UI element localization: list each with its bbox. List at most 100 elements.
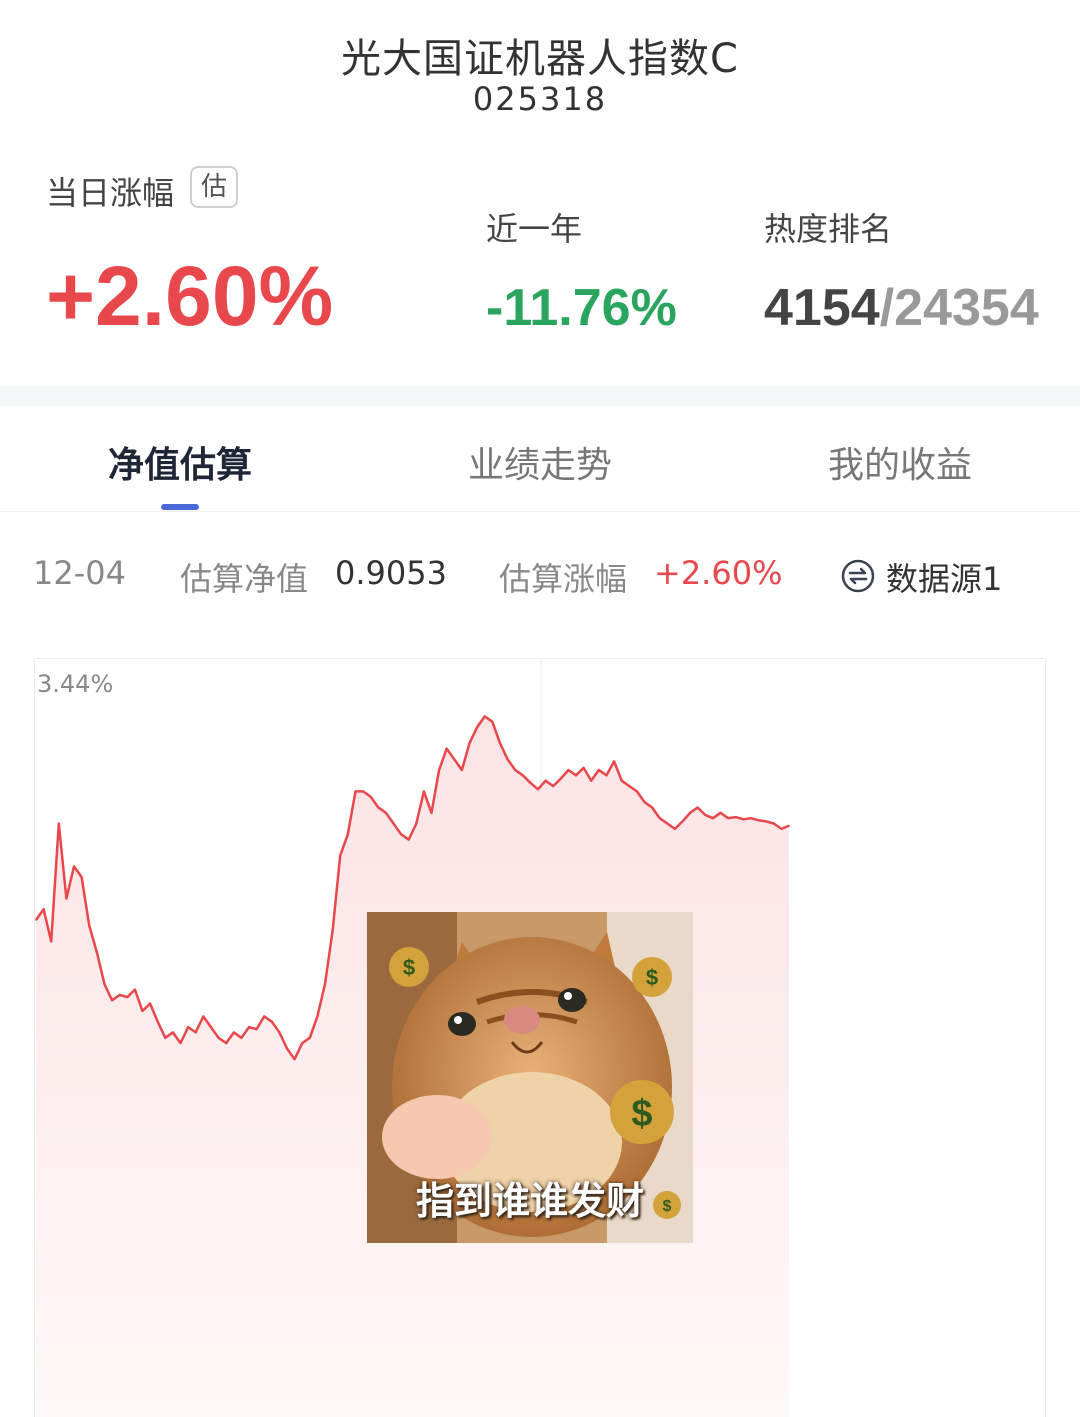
estimated-change-label: 估算涨幅 — [499, 560, 628, 598]
estimate-date: 12-04 — [33, 554, 126, 592]
chart-point-38 — [324, 983, 326, 985]
chart-point-39 — [331, 929, 334, 932]
chart-point-7 — [88, 924, 90, 927]
chart-point-85 — [681, 820, 684, 823]
fund-header: 光大国证机器人指数C 025318 — [0, 0, 1080, 140]
y-axis-max-label: 3.44% — [37, 670, 114, 698]
chart-point-60 — [491, 721, 494, 723]
chart-point-68 — [552, 785, 554, 787]
chart-point-29 — [255, 1028, 258, 1030]
data-source-button[interactable]: 数据源1 — [840, 554, 1020, 598]
chart-point-42 — [354, 790, 357, 793]
day-change-value: +2.60% — [46, 249, 334, 343]
chart-point-81 — [651, 806, 653, 809]
rank-current: 4154 — [764, 279, 880, 337]
chart-point-79 — [636, 790, 638, 793]
chart-point-41 — [347, 833, 349, 836]
active-tab-indicator — [161, 504, 199, 510]
svg-text:$: $ — [631, 1093, 652, 1135]
estimate-badge: 估 — [190, 166, 238, 208]
meme-caption: 指到谁谁发财 — [415, 1179, 644, 1223]
chart-point-6 — [80, 876, 83, 878]
chart-point-9 — [103, 983, 106, 985]
cat-meme-image: $ $ $ $ 指到谁谁发财 — [367, 912, 693, 1243]
chart-point-72 — [582, 767, 585, 769]
chart-point-14 — [141, 1010, 144, 1012]
svg-text:$: $ — [403, 955, 415, 980]
chart-point-37 — [316, 1015, 319, 1018]
chart-point-51 — [423, 790, 425, 793]
chart-point-53 — [438, 769, 440, 771]
year-change-label: 近一年 — [486, 210, 583, 248]
chart-point-84 — [674, 828, 676, 830]
chart-point-23 — [210, 1026, 212, 1028]
chart-point-82 — [658, 817, 661, 819]
chart-point-88 — [704, 814, 707, 816]
chart-point-58 — [476, 726, 479, 728]
svg-text:$: $ — [646, 965, 658, 990]
chart-point-71 — [575, 774, 577, 777]
chart-point-10 — [111, 999, 113, 1002]
chart-point-78 — [628, 785, 631, 787]
chart-point-63 — [514, 769, 516, 771]
chart-point-43 — [362, 790, 364, 793]
chart-point-86 — [689, 812, 691, 814]
chart-point-44 — [369, 796, 372, 798]
chart-point-54 — [445, 747, 448, 750]
chart-point-89 — [712, 817, 714, 819]
fund-code: 025318 — [472, 80, 608, 118]
chart-point-36 — [309, 1037, 311, 1039]
chart-point-26 — [233, 1031, 235, 1034]
chart-point-90 — [719, 812, 722, 814]
rank-label: 热度排名 — [764, 210, 893, 248]
chart-point-47 — [392, 822, 395, 825]
tab-performance[interactable]: 业绩走势 — [420, 436, 660, 488]
chart-point-76 — [613, 760, 615, 763]
tab-my-returns[interactable]: 我的收益 — [780, 436, 1020, 488]
chart-point-77 — [620, 779, 623, 782]
tab-bar: 净值估算 业绩走势 我的收益 — [0, 406, 1080, 512]
tab-nav-estimate[interactable]: 净值估算 — [60, 436, 300, 488]
chart-point-0 — [35, 919, 37, 921]
section-divider — [0, 386, 1080, 406]
chart-point-73 — [590, 779, 592, 782]
chart-point-8 — [96, 951, 98, 953]
chart-point-65 — [529, 782, 532, 784]
chart-point-27 — [240, 1037, 243, 1039]
chart-point-98 — [780, 828, 783, 830]
chart-point-30 — [263, 1015, 265, 1018]
chart-point-17 — [164, 1037, 167, 1039]
estimated-change-value: +2.60% — [654, 554, 783, 592]
fund-name: 光大国证机器人指数C — [341, 36, 739, 82]
chart-point-40 — [339, 854, 342, 857]
chart-point-91 — [727, 817, 729, 819]
chart-point-87 — [696, 806, 699, 809]
chart-point-45 — [377, 806, 380, 809]
chart-point-94 — [750, 817, 752, 819]
chart-point-5 — [73, 865, 75, 868]
chart-point-2 — [50, 940, 52, 943]
chart-point-80 — [643, 801, 646, 803]
chart-point-56 — [461, 769, 463, 771]
chart-point-67 — [544, 779, 547, 782]
chart-point-33 — [286, 1047, 288, 1050]
chart-point-83 — [666, 822, 669, 825]
chart-point-92 — [735, 816, 737, 818]
chart-point-93 — [742, 818, 745, 821]
chart-point-66 — [537, 788, 539, 791]
chart-point-55 — [453, 758, 456, 761]
estimated-nav-label: 估算净值 — [180, 560, 309, 598]
rank-total: /24354 — [879, 279, 1039, 337]
chart-point-97 — [773, 822, 775, 825]
chart-point-28 — [248, 1026, 250, 1028]
chart-point-99 — [788, 824, 790, 827]
chart-point-59 — [484, 715, 486, 718]
day-change-label: 当日涨幅 — [46, 174, 175, 212]
chart-point-31 — [271, 1020, 273, 1023]
chart-point-22 — [202, 1015, 205, 1018]
chart-point-21 — [194, 1031, 197, 1034]
chart-point-13 — [134, 988, 136, 991]
chart-point-50 — [415, 822, 418, 825]
chart-point-15 — [149, 1002, 151, 1005]
year-change-value: -11.76% — [486, 279, 677, 337]
